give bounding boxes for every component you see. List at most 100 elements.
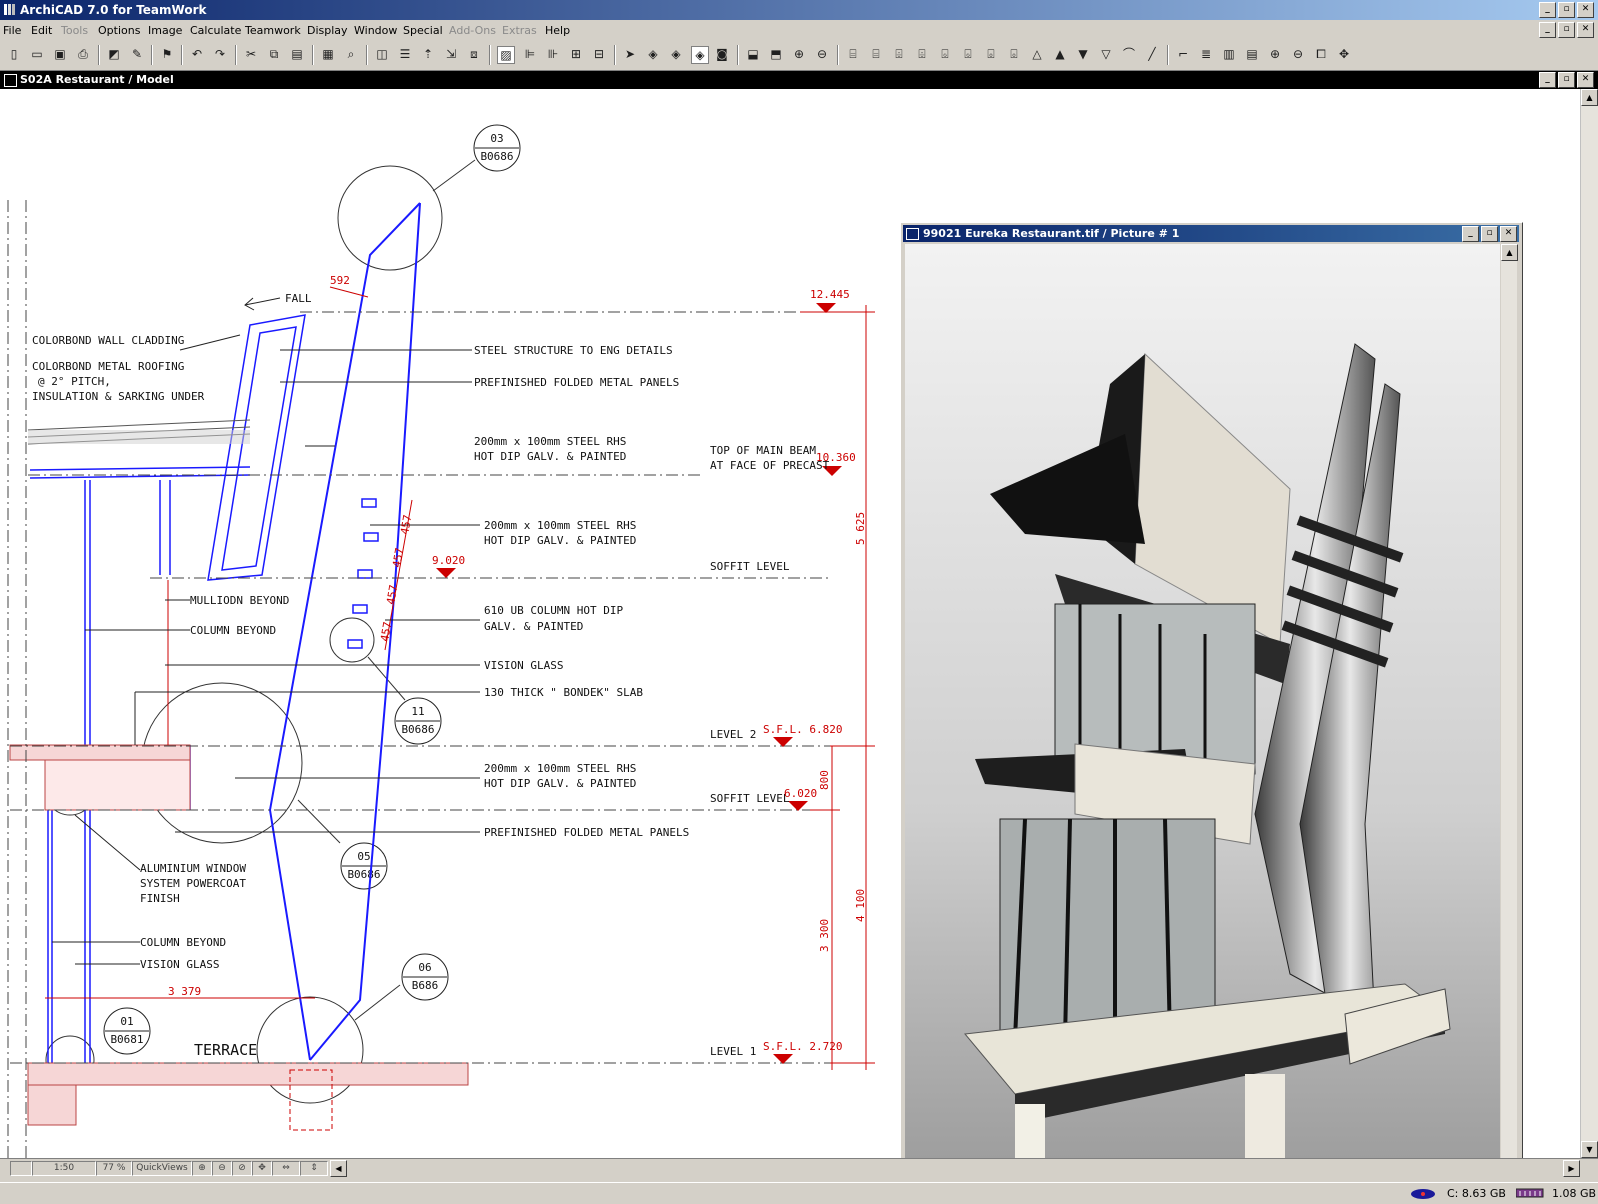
- print-icon[interactable]: ⎙: [75, 46, 91, 62]
- book-icon[interactable]: ▤: [1244, 46, 1260, 62]
- menu-teamwork[interactable]: Teamwork: [245, 24, 301, 37]
- scroll-down-icon[interactable]: ▼: [1581, 1141, 1598, 1158]
- open-icon[interactable]: ▭: [29, 46, 45, 62]
- hatch-icon[interactable]: ▨: [497, 46, 515, 64]
- picture-titlebar[interactable]: 99021 Eureka Restaurant.tif / Picture # …: [903, 225, 1519, 242]
- menu-image[interactable]: Image: [148, 24, 182, 37]
- scale-field[interactable]: 1:50: [32, 1161, 96, 1176]
- grid-icon[interactable]: ▦: [320, 46, 336, 62]
- align-left-icon[interactable]: ⊫: [522, 46, 538, 62]
- corner-icon[interactable]: ⌐: [1175, 46, 1191, 62]
- footer-zoom-out-icon[interactable]: ⊖: [212, 1161, 232, 1176]
- minimize-doc-button[interactable]: _: [1539, 22, 1556, 38]
- footer-zoom-prev-icon[interactable]: ⊘: [232, 1161, 252, 1176]
- menu-display[interactable]: Display: [307, 24, 348, 37]
- edit-icon[interactable]: ✎: [129, 46, 145, 62]
- close-app-button[interactable]: ✕: [1577, 2, 1594, 18]
- footer-zoom-in-icon[interactable]: ⊕: [192, 1161, 212, 1176]
- arc-icon[interactable]: ⌒: [1121, 46, 1137, 62]
- footer-pan-icon[interactable]: ✥: [252, 1161, 272, 1176]
- drawing-canvas[interactable]: 03 B0686 11 B0686 05 B0686 06 B686 01 B0…: [0, 89, 1580, 1158]
- cut-icon[interactable]: ✂: [243, 46, 259, 62]
- fit-window-icon[interactable]: ⧠: [1313, 46, 1329, 62]
- copy-icon[interactable]: ⧉: [266, 46, 282, 62]
- menu-window[interactable]: Window: [354, 24, 397, 37]
- minimize-model-button[interactable]: _: [1539, 72, 1556, 88]
- maximize-model-button[interactable]: ▫: [1558, 72, 1575, 88]
- plot-icon[interactable]: ◩: [106, 46, 122, 62]
- view-c-icon[interactable]: ⌹: [891, 46, 907, 62]
- view-h-icon[interactable]: ⌻: [1006, 46, 1022, 62]
- suitcase-b-icon[interactable]: ◈: [668, 46, 684, 62]
- copy-layer-icon[interactable]: ⧈: [466, 46, 482, 62]
- picture-scroll-up-icon[interactable]: ▲: [1501, 244, 1518, 261]
- zoom-out-icon[interactable]: ⊖: [1290, 46, 1306, 62]
- menu-edit[interactable]: Edit: [31, 24, 52, 37]
- zoom-out-3d-icon[interactable]: ⊖: [814, 46, 830, 62]
- line-icon[interactable]: ╱: [1144, 46, 1160, 62]
- stack-icon[interactable]: ☰: [397, 46, 413, 62]
- navigator-icon[interactable]: ✥: [1336, 46, 1352, 62]
- picture-vertical-scrollbar[interactable]: ▲ ▼: [1501, 244, 1518, 1158]
- picture-window[interactable]: 99021 Eureka Restaurant.tif / Picture # …: [900, 222, 1523, 1158]
- scroll-up-icon[interactable]: ▲: [1581, 89, 1598, 106]
- camera-icon[interactable]: ◙: [714, 46, 730, 62]
- close-model-button[interactable]: ✕: [1577, 72, 1594, 88]
- arrow-tool-icon[interactable]: ➤: [622, 46, 638, 62]
- layers-stack-icon[interactable]: ≣: [1198, 46, 1214, 62]
- layer-icon[interactable]: ◫: [374, 46, 390, 62]
- hscroll-left-icon[interactable]: ◀: [330, 1160, 347, 1177]
- paste-icon[interactable]: ▤: [289, 46, 305, 62]
- menu-tools[interactable]: Tools: [61, 24, 88, 37]
- menu-help[interactable]: Help: [545, 24, 570, 37]
- undo-icon[interactable]: ↶: [189, 46, 205, 62]
- save-icon[interactable]: ▣: [52, 46, 68, 62]
- close-doc-button[interactable]: ✕: [1577, 22, 1594, 38]
- menu-extras[interactable]: Extras: [502, 24, 537, 37]
- minimize-picture-button[interactable]: _: [1462, 226, 1479, 242]
- redo-icon[interactable]: ↷: [212, 46, 228, 62]
- triangle-up-filled-icon[interactable]: ▲: [1052, 46, 1068, 62]
- close-picture-button[interactable]: ✕: [1500, 226, 1517, 242]
- triangle-up-icon[interactable]: △: [1029, 46, 1045, 62]
- restore-doc-button[interactable]: ▫: [1558, 22, 1575, 38]
- menu-calculate[interactable]: Calculate: [190, 24, 241, 37]
- zoom-in-icon[interactable]: ⊕: [1267, 46, 1283, 62]
- view-b-icon[interactable]: ⌸: [868, 46, 884, 62]
- view-d-icon[interactable]: ⌹: [914, 46, 930, 62]
- menu-special[interactable]: Special: [403, 24, 443, 37]
- restore-app-button[interactable]: ▫: [1558, 2, 1575, 18]
- footer-fit-icon[interactable]: ⇔: [272, 1161, 300, 1176]
- 3d-window-icon[interactable]: ⬒: [768, 46, 784, 62]
- minimize-app-button[interactable]: _: [1539, 2, 1556, 18]
- align-grid-icon[interactable]: ⊞: [568, 46, 584, 62]
- menu-addons[interactable]: Add-Ons: [449, 24, 496, 37]
- suitcase-c-icon[interactable]: ◈: [691, 46, 709, 64]
- distribute-icon[interactable]: ⊟: [591, 46, 607, 62]
- menu-options[interactable]: Options: [98, 24, 140, 37]
- view-f-icon[interactable]: ⌺: [960, 46, 976, 62]
- section-icon[interactable]: ▥: [1221, 46, 1237, 62]
- new-icon[interactable]: ▯: [6, 46, 22, 62]
- hscroll-right-icon[interactable]: ▶: [1563, 1160, 1580, 1177]
- teamwork-icon[interactable]: ⚑: [159, 46, 175, 62]
- drawing-vertical-scrollbar[interactable]: ▲ ▼: [1580, 89, 1598, 1158]
- find-icon[interactable]: ⌕: [343, 46, 359, 62]
- zoom-field[interactable]: 77 %: [96, 1161, 132, 1176]
- menu-file[interactable]: File: [3, 24, 21, 37]
- drag-icon[interactable]: ⇲: [443, 46, 459, 62]
- view-g-icon[interactable]: ⌻: [983, 46, 999, 62]
- zoom-in-3d-icon[interactable]: ⊕: [791, 46, 807, 62]
- maximize-picture-button[interactable]: ▫: [1481, 226, 1498, 242]
- suitcase-a-icon[interactable]: ◈: [645, 46, 661, 62]
- 3d-view-icon[interactable]: ⬓: [745, 46, 761, 62]
- triangle-down-icon[interactable]: ▼: [1075, 46, 1091, 62]
- quickviews-button[interactable]: QuickViews: [132, 1161, 192, 1176]
- view-a-icon[interactable]: ⌸: [845, 46, 861, 62]
- triangle-down-line-icon[interactable]: ▽: [1098, 46, 1114, 62]
- view-e-icon[interactable]: ⌺: [937, 46, 953, 62]
- align-center-icon[interactable]: ⊪: [545, 46, 561, 62]
- move-up-icon[interactable]: ⇡: [420, 46, 436, 62]
- footer-fit-all-icon[interactable]: ⇕: [300, 1161, 328, 1176]
- note-alu-1: ALUMINIUM WINDOW: [140, 862, 246, 875]
